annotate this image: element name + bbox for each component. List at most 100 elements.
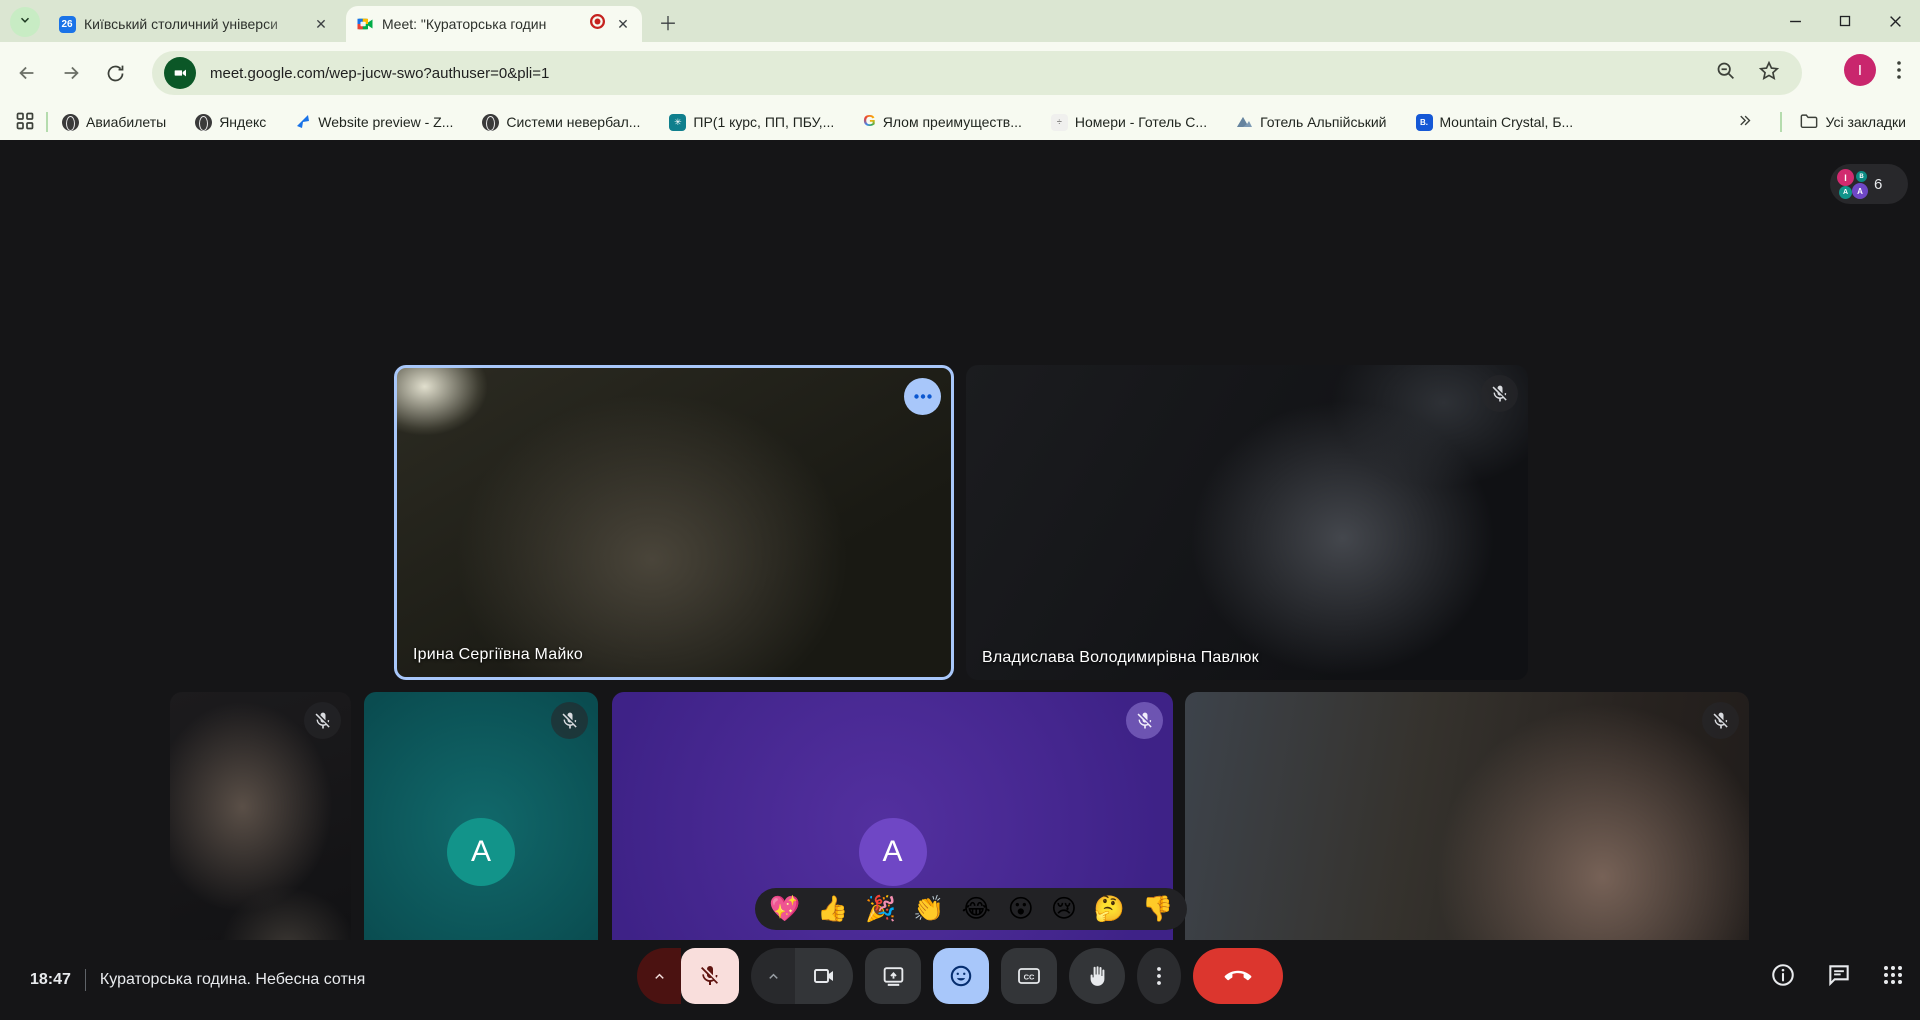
meet-bottom-bar: 18:47 Кураторська година. Небесна сотня … <box>0 940 1920 1020</box>
bookmarks-bar: Авиабилеты Яндекс Website preview - Z...… <box>0 104 1920 140</box>
meet-stage: І В А А 6 Ірина Сергіївна Майко Владисла… <box>0 140 1920 1020</box>
tab-meet[interactable]: Meet: "Кураторська годин ✕ <box>346 6 642 42</box>
bookmark-yandex[interactable]: Яндекс <box>195 114 266 131</box>
bookmark-mountain-crystal[interactable]: B.Mountain Crystal, Б... <box>1416 114 1574 131</box>
mic-off-icon <box>551 702 588 739</box>
mic-mute-button[interactable] <box>681 948 739 1004</box>
chevron-down-icon <box>18 13 32 32</box>
tab-close-icon[interactable]: ✕ <box>312 15 330 33</box>
svg-text:CC: CC <box>1024 973 1035 982</box>
back-button[interactable] <box>10 56 44 90</box>
bookmark-nomery-hotel[interactable]: ÷Номери - Готель С... <box>1051 114 1207 131</box>
tab-search-button[interactable] <box>10 7 40 37</box>
avatar: А <box>859 818 927 886</box>
reaction-heart[interactable]: 💖 <box>769 897 800 922</box>
reaction-surprised[interactable]: 😮 <box>1008 897 1034 922</box>
apps-grid-icon[interactable] <box>16 112 34 133</box>
address-bar[interactable]: meet.google.com/wep-jucw-swo?authuser=0&… <box>152 51 1802 95</box>
meeting-title: Кураторська година. Небесна сотня <box>100 971 365 989</box>
bookmarks-overflow-button[interactable] <box>1737 113 1752 131</box>
tab-calendar[interactable]: 26 Київський столичний універси ✕ <box>48 6 340 42</box>
reactions-button[interactable] <box>933 948 989 1004</box>
info-icon[interactable] <box>1770 962 1796 993</box>
tab-strip: 26 Київський столичний універси ✕ Meet: … <box>0 0 1920 42</box>
bookmark-aviabilety[interactable]: Авиабилеты <box>62 114 166 131</box>
reaction-thumbs-down[interactable]: 👎 <box>1142 897 1173 922</box>
divider-glyph-icon: ÷ <box>1051 114 1068 131</box>
mic-off-icon <box>304 702 341 739</box>
b-dot-icon: B. <box>1416 114 1433 131</box>
browser-menu-button[interactable] <box>1886 56 1912 84</box>
reaction-clap[interactable]: 👏 <box>913 897 944 922</box>
participant-name: Ірина Сергіївна Майко <box>413 646 583 664</box>
present-screen-button[interactable] <box>865 948 921 1004</box>
camera-control-group <box>751 948 853 1004</box>
avatar: А <box>447 818 515 886</box>
captions-button[interactable]: CC <box>1001 948 1057 1004</box>
google-g-icon: G <box>863 113 875 131</box>
bookmark-website-preview[interactable]: Website preview - Z... <box>295 113 453 132</box>
globe-icon <box>195 114 212 131</box>
bookmark-hotel-alpiiskyi[interactable]: Готель Альпійський <box>1236 113 1386 131</box>
video-tile-vladyslava[interactable]: Владислава Володимирівна Павлюк <box>966 365 1528 680</box>
participants-pill[interactable]: І В А А 6 <box>1830 164 1908 204</box>
minimize-button[interactable] <box>1770 0 1820 42</box>
window-controls <box>1770 0 1920 42</box>
participant-avatars: І В А А <box>1836 168 1868 200</box>
tab-close-icon[interactable]: ✕ <box>614 15 632 33</box>
recording-indicator-icon <box>589 13 606 35</box>
reactions-bar: 💖 👍 🎉 👏 😂 😮 😢 🤔 👎 <box>755 888 1187 930</box>
video-tile-iryna[interactable]: Ірина Сергіївна Майко <box>394 365 954 680</box>
reaction-cry[interactable]: 😢 <box>1051 897 1077 922</box>
camera-options-button[interactable] <box>751 948 795 1004</box>
globe-icon <box>482 114 499 131</box>
teal-pattern-icon: ✳ <box>669 114 686 131</box>
chat-icon[interactable] <box>1826 962 1852 993</box>
avatar: А <box>1852 183 1868 199</box>
camera-permission-icon[interactable] <box>164 57 196 89</box>
raise-hand-button[interactable] <box>1069 948 1125 1004</box>
url-text[interactable]: meet.google.com/wep-jucw-swo?authuser=0&… <box>210 65 1715 82</box>
close-window-button[interactable] <box>1870 0 1920 42</box>
mic-options-button[interactable] <box>637 948 681 1004</box>
divider <box>85 969 86 991</box>
meeting-info: 18:47 Кураторська година. Небесна сотня <box>30 969 365 991</box>
participants-count: 6 <box>1874 176 1882 193</box>
globe-icon <box>62 114 79 131</box>
divider <box>46 112 48 132</box>
tile-menu-button[interactable] <box>904 378 941 415</box>
avatar: В <box>1856 171 1867 182</box>
camera-button[interactable] <box>795 948 853 1004</box>
profile-avatar[interactable]: I <box>1844 54 1876 86</box>
reaction-thumbs-up[interactable]: 👍 <box>817 897 848 922</box>
bookmark-systemy-neverbal[interactable]: Системи невербал... <box>482 114 640 131</box>
divider <box>1780 112 1782 132</box>
end-call-button[interactable] <box>1193 948 1283 1004</box>
bookmark-star-icon[interactable] <box>1758 60 1780 87</box>
reaction-thinking[interactable]: 🤔 <box>1094 897 1125 922</box>
maximize-button[interactable] <box>1820 0 1870 42</box>
tab-title: Київський столичний універси <box>84 16 304 32</box>
meet-right-icons <box>1770 962 1904 993</box>
mic-off-icon <box>1702 702 1739 739</box>
more-options-button[interactable] <box>1137 948 1181 1004</box>
participant-name: Владислава Володимирівна Павлюк <box>982 649 1259 667</box>
forward-button[interactable] <box>54 56 88 90</box>
browser-window: 26 Київський столичний універси ✕ Meet: … <box>0 0 1920 1020</box>
reaction-laugh[interactable]: 😂 <box>962 897 991 922</box>
bookmark-yalom[interactable]: GЯлом преимуществ... <box>863 113 1022 131</box>
activities-grid-icon[interactable] <box>1882 964 1904 991</box>
mic-off-icon <box>1126 702 1163 739</box>
avatar: А <box>1839 186 1852 199</box>
mic-control-group <box>637 948 739 1004</box>
reload-button[interactable] <box>98 56 132 90</box>
mountain-icon <box>1236 113 1253 131</box>
all-bookmarks-button[interactable]: Усі закладки <box>1800 113 1906 132</box>
bookmark-pr-kurs[interactable]: ✳ПР(1 курс, ПП, ПБУ,... <box>669 114 834 131</box>
reaction-party[interactable]: 🎉 <box>865 897 896 922</box>
zoom-icon[interactable] <box>1715 60 1736 86</box>
mic-off-icon <box>1481 375 1518 412</box>
avatar: І <box>1837 169 1854 186</box>
call-controls: CC <box>637 948 1283 1004</box>
new-tab-button[interactable]: ＋ <box>656 10 680 34</box>
